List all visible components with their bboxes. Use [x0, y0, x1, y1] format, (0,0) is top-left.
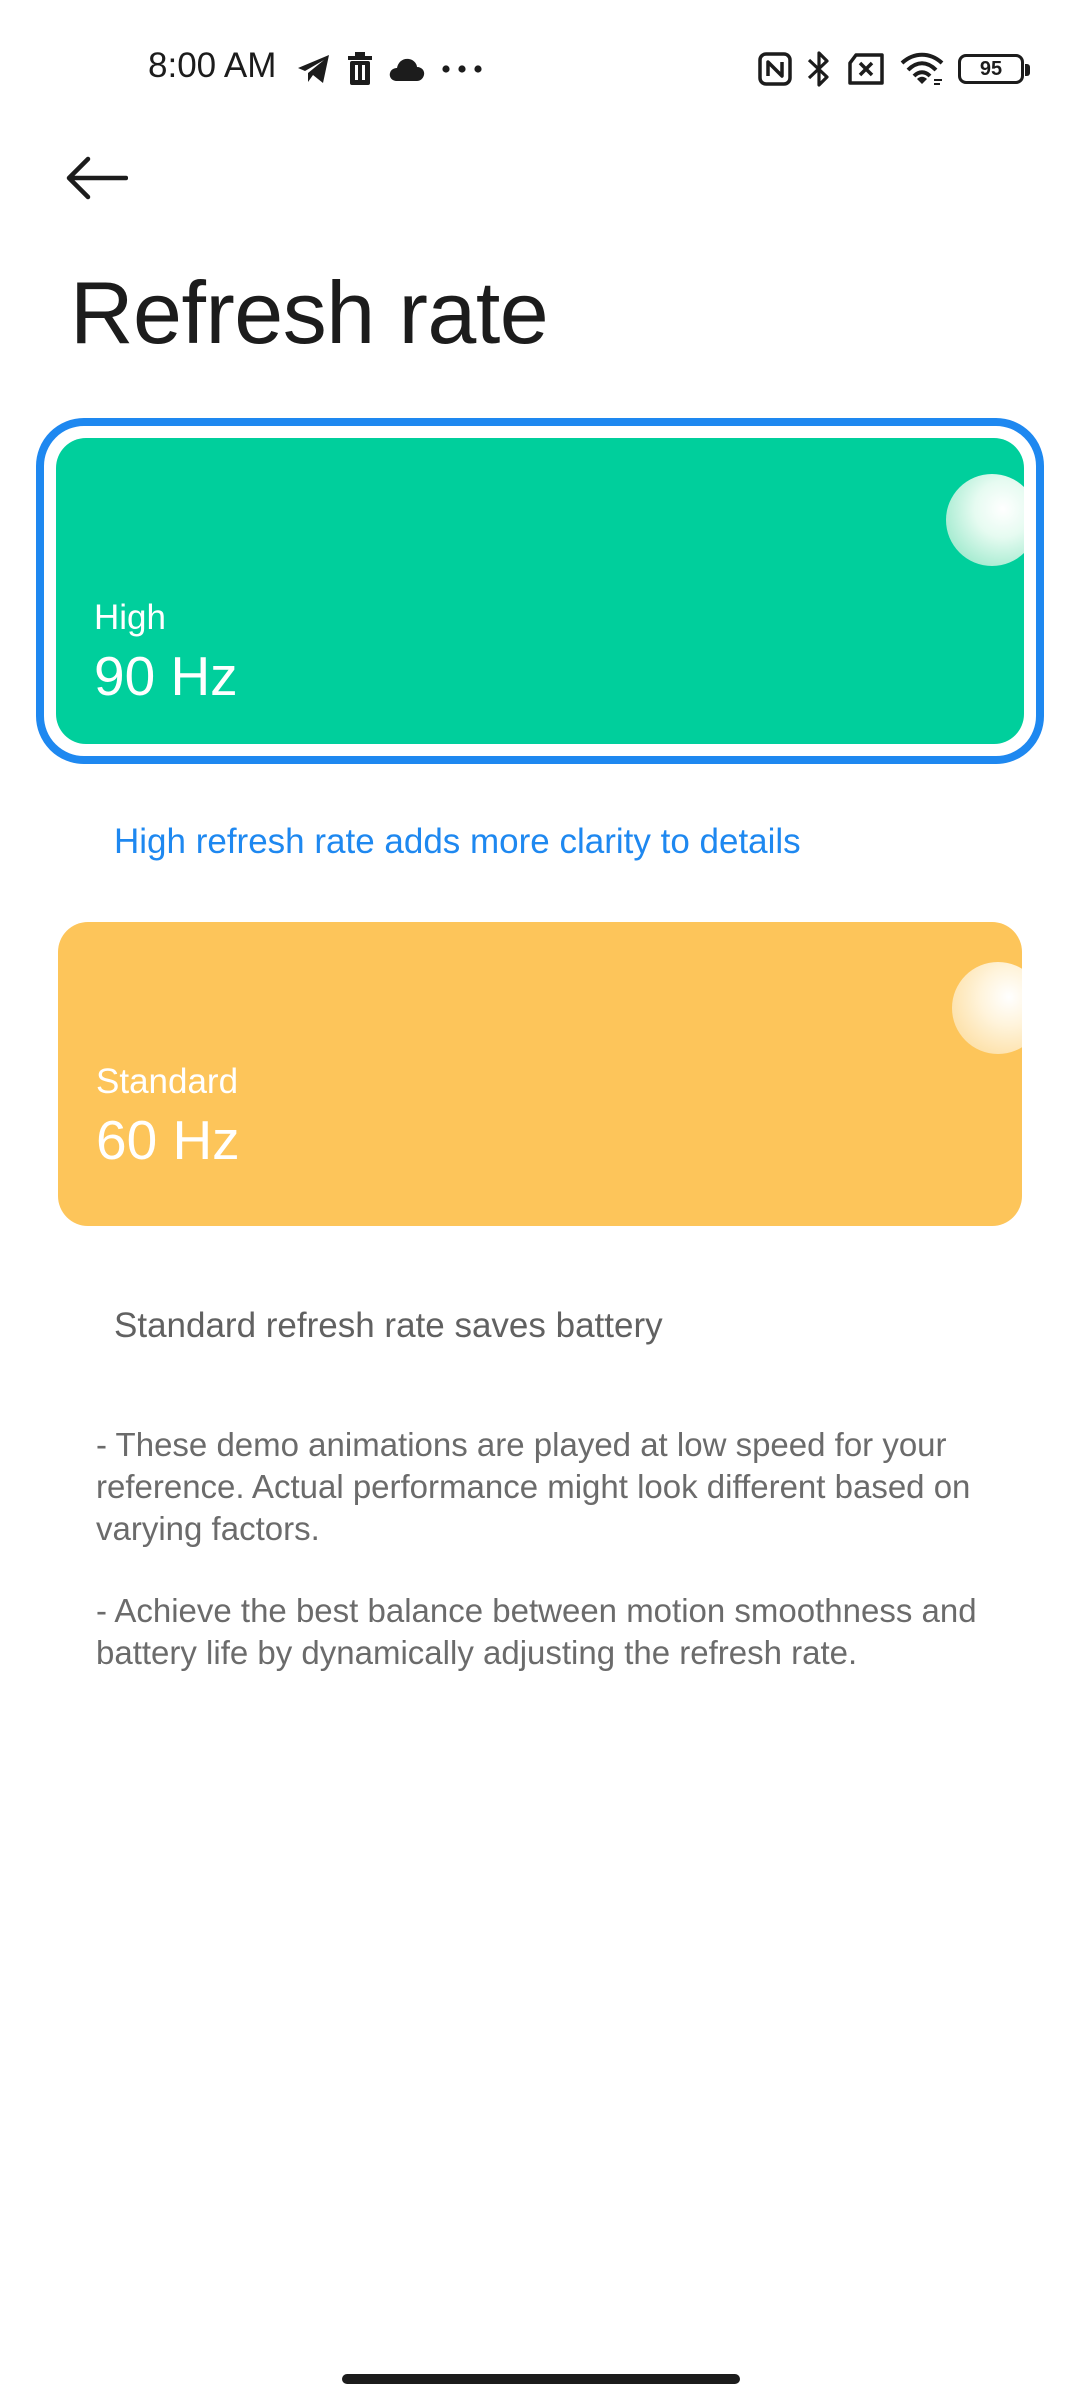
animation-ball-icon — [946, 474, 1024, 566]
option-standard-card[interactable]: Standard 60 Hz — [58, 922, 1022, 1226]
balance-note: - Achieve the best balance between motio… — [96, 1592, 977, 1671]
option-standard-value: 60 Hz — [96, 1109, 240, 1171]
refresh-rate-screen: 8:00 AM 95 Refresh rate High 90 Hz High … — [0, 0, 1080, 2400]
option-high-value: 90 Hz — [94, 645, 238, 707]
back-button[interactable] — [66, 140, 156, 220]
page-title: Refresh rate — [70, 263, 549, 362]
demo-note: - These demo animations are played at lo… — [96, 1426, 971, 1547]
battery-icon: 95 — [958, 54, 1030, 84]
more-dots-icon — [440, 64, 484, 74]
wifi-icon — [900, 52, 944, 86]
battery-level: 95 — [979, 57, 1003, 80]
option-high-selected-frame[interactable]: High 90 Hz — [36, 418, 1044, 764]
home-indicator[interactable] — [342, 2374, 740, 2384]
option-high-label: High — [94, 598, 166, 637]
no-sim-icon — [846, 53, 886, 85]
nfc-icon — [758, 52, 792, 86]
trash-icon — [346, 52, 374, 86]
option-high-description: High refresh rate adds more clarity to d… — [114, 822, 801, 861]
status-left-icons — [296, 48, 484, 90]
animation-ball-icon — [952, 962, 1022, 1054]
option-standard-label: Standard — [96, 1062, 239, 1101]
arrow-left-icon — [66, 156, 129, 205]
bluetooth-icon — [806, 50, 832, 88]
cloud-icon — [388, 56, 426, 82]
option-standard-description: Standard refresh rate saves battery — [114, 1306, 663, 1345]
status-time: 8:00 AM — [148, 46, 277, 85]
telegram-icon — [296, 52, 332, 86]
option-high-card[interactable]: High 90 Hz — [56, 438, 1024, 744]
status-right-icons: 95 — [758, 48, 1030, 90]
status-bar: 8:00 AM 95 — [0, 0, 1080, 120]
